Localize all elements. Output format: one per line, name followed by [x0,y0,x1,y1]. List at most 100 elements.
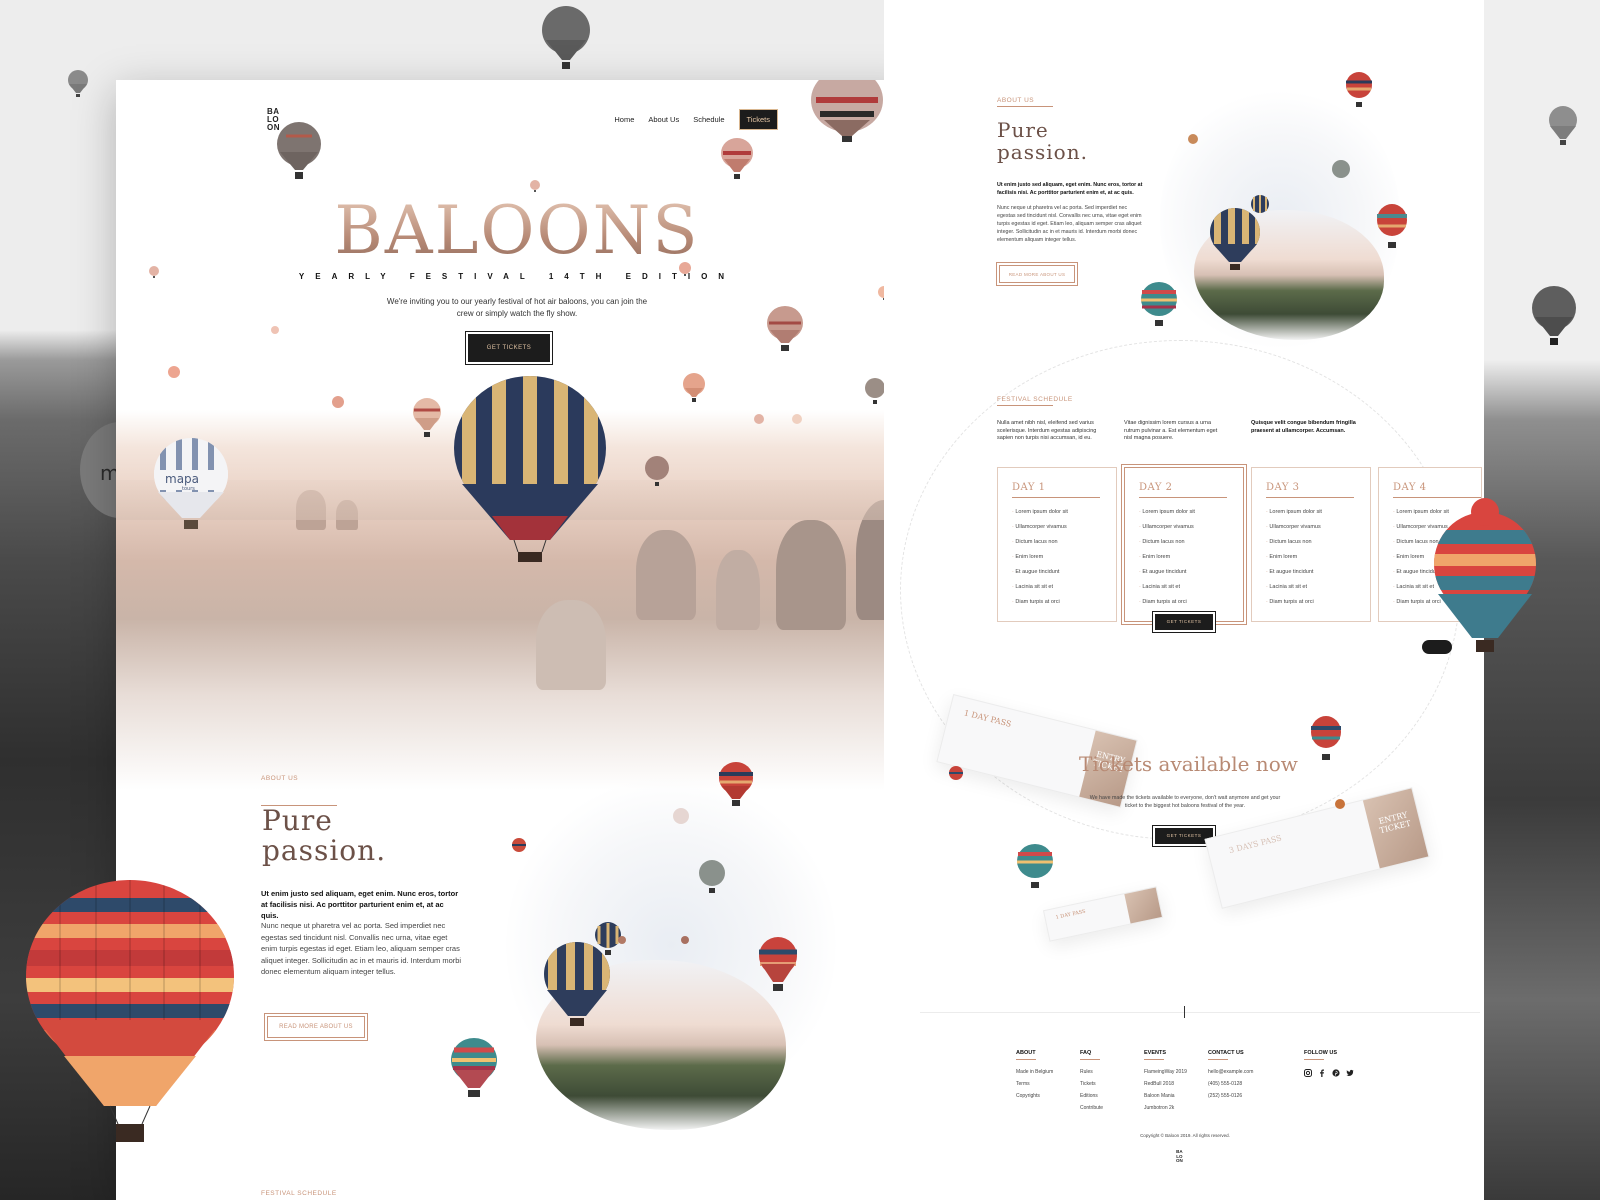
footer-link[interactable]: Terms [1016,1081,1053,1087]
instagram-icon[interactable] [1304,1069,1312,1077]
balloon-icon [530,180,540,192]
day-card-2[interactable]: DAY 2 Lorem ipsum dolor sitUllamcorper v… [1121,464,1247,625]
balloon-icon [645,456,669,486]
footer-link[interactable]: FlameingWay 2019 [1144,1069,1187,1075]
day-title: DAY 4 [1393,482,1427,493]
balloon-icon [413,398,441,437]
day-card-1[interactable]: DAY 1 Lorem ipsum dolor sitUllamcorper v… [997,467,1117,622]
balloon-icon [673,808,689,824]
tickets-description: We have made the tickets available to ev… [1089,795,1281,809]
day-card-3[interactable]: DAY 3 Lorem ipsum dolor sitUllamcorper v… [1251,467,1371,622]
balloon-icon [754,414,764,424]
balloon-icon [332,396,344,408]
footer-link[interactable]: Rules [1080,1069,1103,1075]
balloon-icon [949,766,963,780]
footer-link[interactable]: RedBull 2018 [1144,1081,1187,1087]
nav-schedule[interactable]: Schedule [693,115,724,124]
balloon-icon [1017,844,1053,888]
footer-link[interactable]: Jumbotron 2k [1144,1105,1187,1111]
footer-divider [920,1012,1480,1013]
balloon-icon [1346,72,1372,107]
about-section-label-right: ABOUT US [997,97,1035,104]
about-bold-text: Ut enim justo sed aliquam, eget enim. Nu… [261,889,459,920]
landing-page-left: BA LO ON Home About Us Schedule Tickets BA… [116,80,918,1200]
balloon-icon [699,860,725,893]
divider [997,106,1053,107]
twitter-icon[interactable] [1346,1069,1354,1077]
svg-text:tours: tours [182,486,195,492]
balloon-icon [149,266,159,278]
balloon-icon [1311,716,1341,760]
balloon-icon [865,378,885,404]
balloon-icon [679,262,691,276]
balloon-icon [719,762,753,806]
hero-description: We're inviting you to our yearly festiva… [386,297,648,318]
balloon-icon [277,122,321,179]
footer-link[interactable]: Made in Belgium [1016,1069,1053,1075]
hero-subtitle: YEARLY FESTIVAL 14TH EDITION [298,272,736,281]
footer-about: ABOUT Made in Belgium Terms Copyrights [1016,1050,1054,1099]
read-more-about-button[interactable]: READ MORE ABOUT US [264,1013,368,1041]
svg-text:mapa: mapa [165,472,199,486]
footer-logo[interactable]: BA LO ON [1176,1149,1183,1164]
schedule-get-tickets-button[interactable]: GET TICKETS [1152,611,1216,633]
main-nav: Home About Us Schedule Tickets [614,109,778,130]
schedule-intro-2: Vitae dignissim lorem cursus a urna rutr… [1124,420,1218,441]
schedule-intro-3: Quisque velit congue bibendum fringilla … [1251,420,1356,434]
balloon-icon [271,326,279,334]
schedule-section-label: FESTIVAL SCHEDULE [997,396,1073,403]
about-heading: Pure passion. [262,804,387,867]
nav-tickets-button[interactable]: Tickets [738,109,778,130]
footer-events: EVENTS FlameingWay 2019 RedBull 2018 Bal… [1144,1050,1187,1111]
balloon-icon [1335,799,1345,809]
balloon-icon [68,70,88,97]
balloon-icon [1377,204,1407,248]
footer-phone-link[interactable]: (405) 555-0128 [1208,1081,1253,1087]
balloon-icon [721,138,753,179]
about-body-text-right: Nunc neque ut pharetra vel ac porta. Sed… [997,205,1142,243]
copyright: Copyright © Baloon 2019. All rights rese… [1140,1133,1230,1138]
balloon-icon [1332,160,1350,178]
get-tickets-button[interactable]: GET TICKETS [465,331,553,365]
mapa-balloon-icon: mapa tours [154,438,228,529]
tickets-heading: Tickets available now [1079,752,1298,776]
footer-link[interactable]: Tickets [1080,1081,1103,1087]
nav-home[interactable]: Home [614,115,634,124]
footer-link[interactable]: Contribute [1080,1105,1103,1111]
facebook-icon[interactable] [1318,1069,1326,1077]
footer-contact: CONTACT US hello@example.com (405) 555-0… [1208,1050,1254,1099]
balloon-icon [683,373,705,402]
footer-link[interactable]: Copyrights [1016,1093,1053,1099]
footer-faq: FAQ Rules Tickets Editions Contribute [1080,1050,1104,1111]
hero-balloon-icon [454,376,606,562]
footer-follow: FOLLOW US [1304,1050,1354,1077]
footer-link[interactable]: Editions [1080,1093,1103,1099]
balloon-icon [1188,134,1198,144]
balloon-icon [792,414,802,424]
footer-email-link[interactable]: hello@example.com [1208,1069,1253,1075]
day-title: DAY 2 [1139,482,1173,493]
balloon-icon [1549,106,1577,145]
about-bold-text-right: Ut enim justo sed aliquam, eget enim. Nu… [997,182,1143,196]
divider [997,405,1053,406]
about-section-label: ABOUT US [261,775,299,782]
read-more-about-button-right[interactable]: READ MORE ABOUT US [996,262,1078,286]
footer-phone-link[interactable]: (252) 555-0126 [1208,1093,1253,1099]
balloon-icon [811,80,883,142]
balloon-icon [512,838,526,852]
nav-about-us[interactable]: About Us [648,115,679,124]
about-heading-right: Pure passion. [997,118,1088,164]
schedule-intro-1: Nulla amet nibh nisl, eleifend sed variu… [997,420,1097,441]
balloon-icon [1251,195,1269,213]
about-body-text: Nunc neque ut pharetra vel ac porta. Sed… [261,921,462,976]
balloon-icon [1141,282,1177,326]
scroll-indicator [1184,1006,1185,1018]
balloon-icon [168,366,180,378]
day-title: DAY 3 [1266,482,1300,493]
balloon-icon [451,1038,497,1097]
balloon-icon [618,936,626,944]
footer-link[interactable]: Baloon Mania [1144,1093,1187,1099]
day-title: DAY 1 [1012,482,1046,493]
balloon-icon [767,306,803,351]
pinterest-icon[interactable] [1332,1069,1340,1077]
